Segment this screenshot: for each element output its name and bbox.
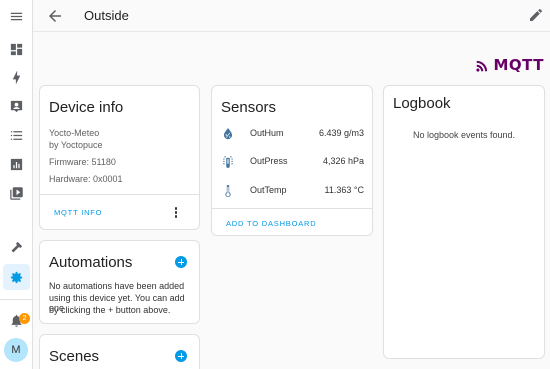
mqtt-logo: MQTT <box>476 55 544 75</box>
map-icon[interactable] <box>7 97 26 116</box>
scenes-card: Scenes <box>39 334 200 369</box>
developer-tools-icon[interactable] <box>7 238 26 257</box>
device-hardware: Hardware: 0x0001 <box>49 174 123 184</box>
notifications-badge: 2 <box>19 313 30 324</box>
logbook-title: Logbook <box>393 95 451 112</box>
device-info-card: Device info Yocto-Meteo by Yoctopuce Fir… <box>39 85 200 230</box>
device-info-title: Device info <box>49 99 124 116</box>
sensor-name: OutPress <box>250 156 288 166</box>
automations-text-line-1: No automations have been added <box>49 281 185 291</box>
logbook-card: Logbook No logbook events found. <box>383 85 545 359</box>
automations-text-line-3: by clicking the + button above. <box>49 305 171 315</box>
add-scene-icon[interactable] <box>175 350 187 362</box>
sensors-card: Sensors OutHum 6.439 g/m3 OutPress 4,326… <box>211 85 373 236</box>
sensor-row-outhum[interactable]: OutHum 6.439 g/m3 <box>212 122 373 148</box>
add-to-dashboard-button[interactable]: ADD TO DASHBOARD <box>226 219 316 228</box>
media-icon[interactable] <box>7 184 26 203</box>
sensor-value: 6.439 g/m3 <box>318 128 364 138</box>
header: Outside <box>33 0 550 32</box>
history-icon[interactable] <box>7 155 26 174</box>
sensor-name: OutHum <box>250 128 284 138</box>
back-arrow-icon[interactable] <box>46 7 64 25</box>
mqtt-info-button[interactable]: MQTT INFO <box>54 208 102 217</box>
pencil-icon[interactable] <box>528 7 544 23</box>
sidebar: 2 M <box>0 0 33 369</box>
card-divider <box>212 208 372 209</box>
logbook-icon[interactable] <box>7 126 26 145</box>
thermometer-icon <box>221 184 235 198</box>
scenes-title: Scenes <box>49 348 100 365</box>
sensor-row-outpress[interactable]: OutPress 4,326 hPa <box>212 150 373 176</box>
sensors-title: Sensors <box>221 99 277 116</box>
device-model: Yocto-Meteo <box>49 128 100 138</box>
device-manufacturer: by Yoctopuce <box>49 140 103 150</box>
logbook-empty-text: No logbook events found. <box>412 130 516 140</box>
device-firmware: Firmware: 51180 <box>49 157 116 167</box>
page-title: Outside <box>84 8 129 23</box>
sensor-name: OutTemp <box>250 185 287 195</box>
sensor-value: 11.363 °C <box>324 185 364 195</box>
sensor-value: 4,326 hPa <box>322 156 364 166</box>
avatar[interactable]: M <box>4 338 28 362</box>
mqtt-signal-icon <box>476 60 488 72</box>
sidebar-divider <box>0 299 33 300</box>
card-divider <box>40 194 199 195</box>
overview-icon[interactable] <box>7 40 26 59</box>
more-vert-icon[interactable] <box>174 207 178 219</box>
automations-title: Automations <box>49 254 133 271</box>
menu-icon[interactable] <box>7 7 26 26</box>
add-automation-icon[interactable] <box>175 256 187 268</box>
automations-card: Automations No automations have been add… <box>39 240 200 324</box>
water-percent-icon <box>221 127 235 141</box>
settings-icon[interactable] <box>7 268 26 287</box>
gauge-icon <box>221 155 235 169</box>
sensor-row-outtemp[interactable]: OutTemp 11.363 °C <box>212 179 373 205</box>
energy-icon[interactable] <box>7 68 26 87</box>
mqtt-logo-text: MQTT <box>493 56 544 74</box>
